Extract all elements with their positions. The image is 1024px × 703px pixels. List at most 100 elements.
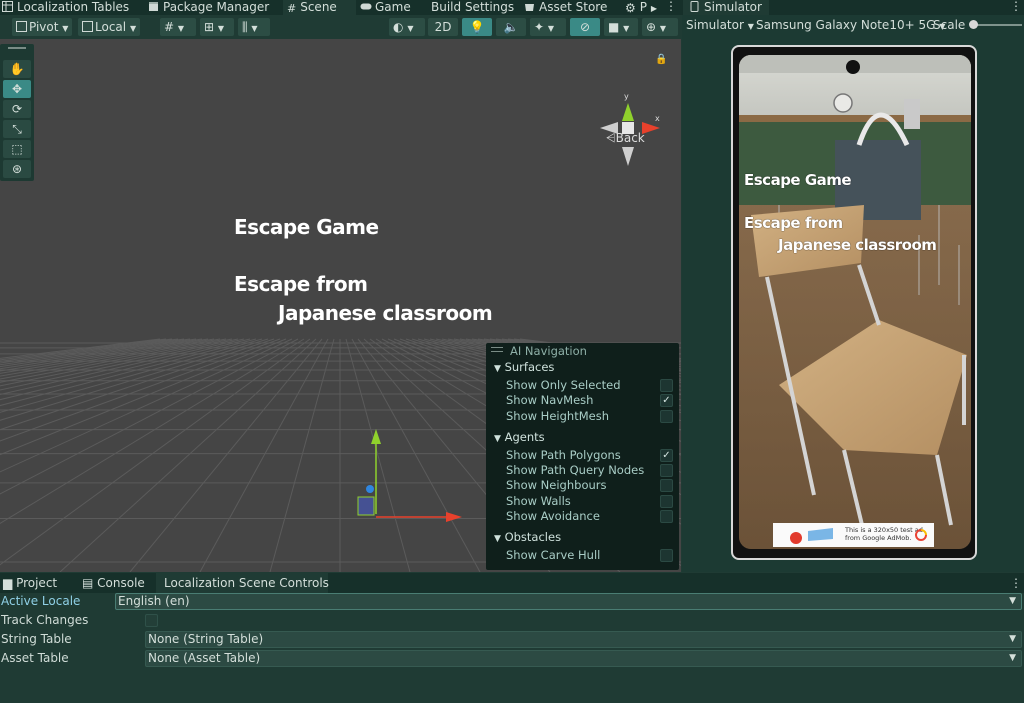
tab-label: P [639,0,648,14]
show-only-selected-checkbox[interactable] [660,379,673,392]
show-carve-hull-checkbox[interactable] [660,549,673,562]
scene-visibility-button[interactable]: ⊘ [570,18,600,36]
simulator-menu-icon[interactable]: ⋮ [1010,0,1022,13]
show-heightmesh-checkbox[interactable] [660,410,673,423]
gizmo-plane-handle[interactable] [357,496,375,516]
track-changes-checkbox[interactable] [145,614,158,627]
ai-navigation-title: AI Navigation [510,344,587,358]
grid-visibility-button[interactable]: ⊞ ▼ [200,18,234,36]
surfaces-foldout[interactable]: ▼ Surfaces [494,360,554,374]
ad-line-2: from Google AdMob. [845,534,912,542]
gizmo-x-label: x [655,114,660,123]
effects-icon: ✦ [534,20,545,34]
gizmo-y-cone[interactable] [622,103,634,121]
string-table-dropdown[interactable]: None (String Table) ▼ [145,631,1022,648]
show-navmesh-checkbox[interactable]: ✓ [660,394,673,407]
scene-title-text[interactable]: Escape Game [234,215,379,239]
simulator-mode-dropdown[interactable]: Simulator ▼ [686,17,754,33]
show-avoidance-checkbox[interactable] [660,510,673,523]
tab-package-manager[interactable]: Package Manager [148,0,269,15]
toggle-2d-button[interactable]: 2D [428,18,458,36]
tab-label: Scene [300,0,337,14]
obstacles-foldout[interactable]: ▼ Obstacles [494,530,561,544]
scene-subtitle-line1[interactable]: Escape from [234,272,368,296]
tab-menu-icon[interactable]: ⋮ [665,0,677,13]
rect-tool-button[interactable]: ⬚ [3,140,31,158]
simulator-toolbar: Simulator ▼ Samsung Galaxy Note10+ 5G ▼ … [682,15,1024,35]
gizmo-neg-y-cone[interactable] [622,147,634,166]
dropdown-arrow-icon: ▼ [1009,634,1016,644]
hash-grid-icon: # [287,2,297,15]
overlay-drag-handle[interactable] [491,347,503,352]
simulator-mode-label: Simulator [686,18,744,32]
tab-project[interactable]: ▆ Project [3,573,57,593]
agents-foldout[interactable]: ▼ Agents [494,430,545,444]
gizmos-button[interactable]: ⊕ ▼ [642,18,678,36]
foldout-arrow-icon: ▼ [494,364,501,374]
scale-tool-button[interactable]: ⤡ [3,120,31,138]
back-view-label[interactable]: ⩤Back [606,131,645,146]
scene-subtitle-line2[interactable]: Japanese classroom [278,301,493,325]
tab-asset-store[interactable]: Asset Store [524,0,607,15]
gizmo-y-arrow[interactable] [371,429,381,444]
foldout-arrow-icon: ▼ [494,434,501,444]
tab-build-settings[interactable]: Build Settings [431,0,514,15]
scale-slider-track[interactable] [970,24,1022,26]
move-tool-gizmo[interactable] [350,429,470,529]
rotate-tool-button[interactable]: ⟳ [3,100,31,118]
tab-console[interactable]: ▤ Console [82,573,145,593]
increment-snap-button[interactable]: ⫼ ▼ [238,18,270,36]
gizmo-z-handle[interactable] [366,485,374,493]
bottom-panel-menu-icon[interactable]: ⋮ [1010,576,1022,590]
asset-table-value: None (Asset Table) [148,651,261,665]
show-neighbours-checkbox[interactable] [660,479,673,492]
transform-tool-button[interactable]: ⊛ [3,160,31,178]
asset-table-dropdown[interactable]: None (Asset Table) ▼ [145,650,1022,667]
tab-scene[interactable]: # Scene [283,0,356,15]
pivot-dropdown[interactable]: Pivot ▼ [12,18,72,36]
show-path-polygons-checkbox[interactable]: ✓ [660,449,673,462]
test-ad-banner[interactable]: This is a 320x50 test ad from Google AdMo… [773,523,934,547]
local-dropdown[interactable]: Local ▼ [78,18,140,36]
active-locale-dropdown[interactable]: English (en) ▼ [115,593,1022,610]
gizmo-y-label: y [624,92,629,101]
tab-project-settings[interactable]: ⚙ P ▶ [625,0,657,15]
play-icon: ▶ [650,4,657,13]
audio-toggle-button[interactable]: 🔈 [496,18,526,36]
speaker-icon: 🔈 [503,20,519,34]
lock-icon[interactable]: 🔒 [655,54,667,65]
device-dropdown[interactable]: Samsung Galaxy Note10+ 5G ▼ [756,17,945,33]
scale-label: Scale [933,18,966,32]
move-tool-button[interactable]: ✥ [3,80,31,98]
lighting-toggle-button[interactable]: 💡 [462,18,492,36]
tab-simulator[interactable]: Simulator [683,0,769,15]
camera-button[interactable]: ■ ▼ [604,18,638,36]
orientation-gizmo[interactable]: y x [598,91,664,166]
show-path-query-nodes-checkbox[interactable] [660,464,673,477]
show-walls-checkbox[interactable] [660,495,673,508]
ad-line-1: This is a 320x50 test ad [845,526,923,534]
scene-toolbar: Pivot ▼ Local ▼ # ▼ ⊞ ▼ ⫼ ▼ ◐ ▼ 2D 💡 🔈 ✦… [0,15,681,39]
effects-button[interactable]: ✦ ▼ [530,18,566,36]
draw-mode-button[interactable]: ◐ ▼ [389,18,425,36]
grid-snap-button[interactable]: # ▼ [160,18,196,36]
agents-item-0-label: Show Path Polygons [506,448,621,462]
hand-tool-button[interactable]: ✋ [3,60,31,78]
tab-game[interactable]: Game [360,0,411,15]
tab-localization-tables[interactable]: Localization Tables [2,0,129,15]
pivot-icon [16,21,27,32]
asset-table-label: Asset Table [1,651,69,665]
palette-drag-handle[interactable] [8,47,26,49]
device-screen[interactable]: Escape Game Escape from Japanese classro… [739,55,971,549]
tab-label: Simulator [704,0,762,14]
agents-item-4-label: Show Avoidance [506,509,600,523]
move-arrows-icon: ✥ [11,82,23,96]
eye-slash-icon: ⊘ [579,20,591,34]
tab-localization-scene-controls[interactable]: Localization Scene Controls [156,573,329,593]
game-view-scene [739,55,971,549]
rotate-icon: ⟳ [11,102,23,116]
camera-cutout [846,60,860,74]
gizmo-x-arrow[interactable] [446,512,462,522]
camera-icon: ■ [608,20,620,34]
scale-slider-thumb[interactable] [968,20,978,29]
